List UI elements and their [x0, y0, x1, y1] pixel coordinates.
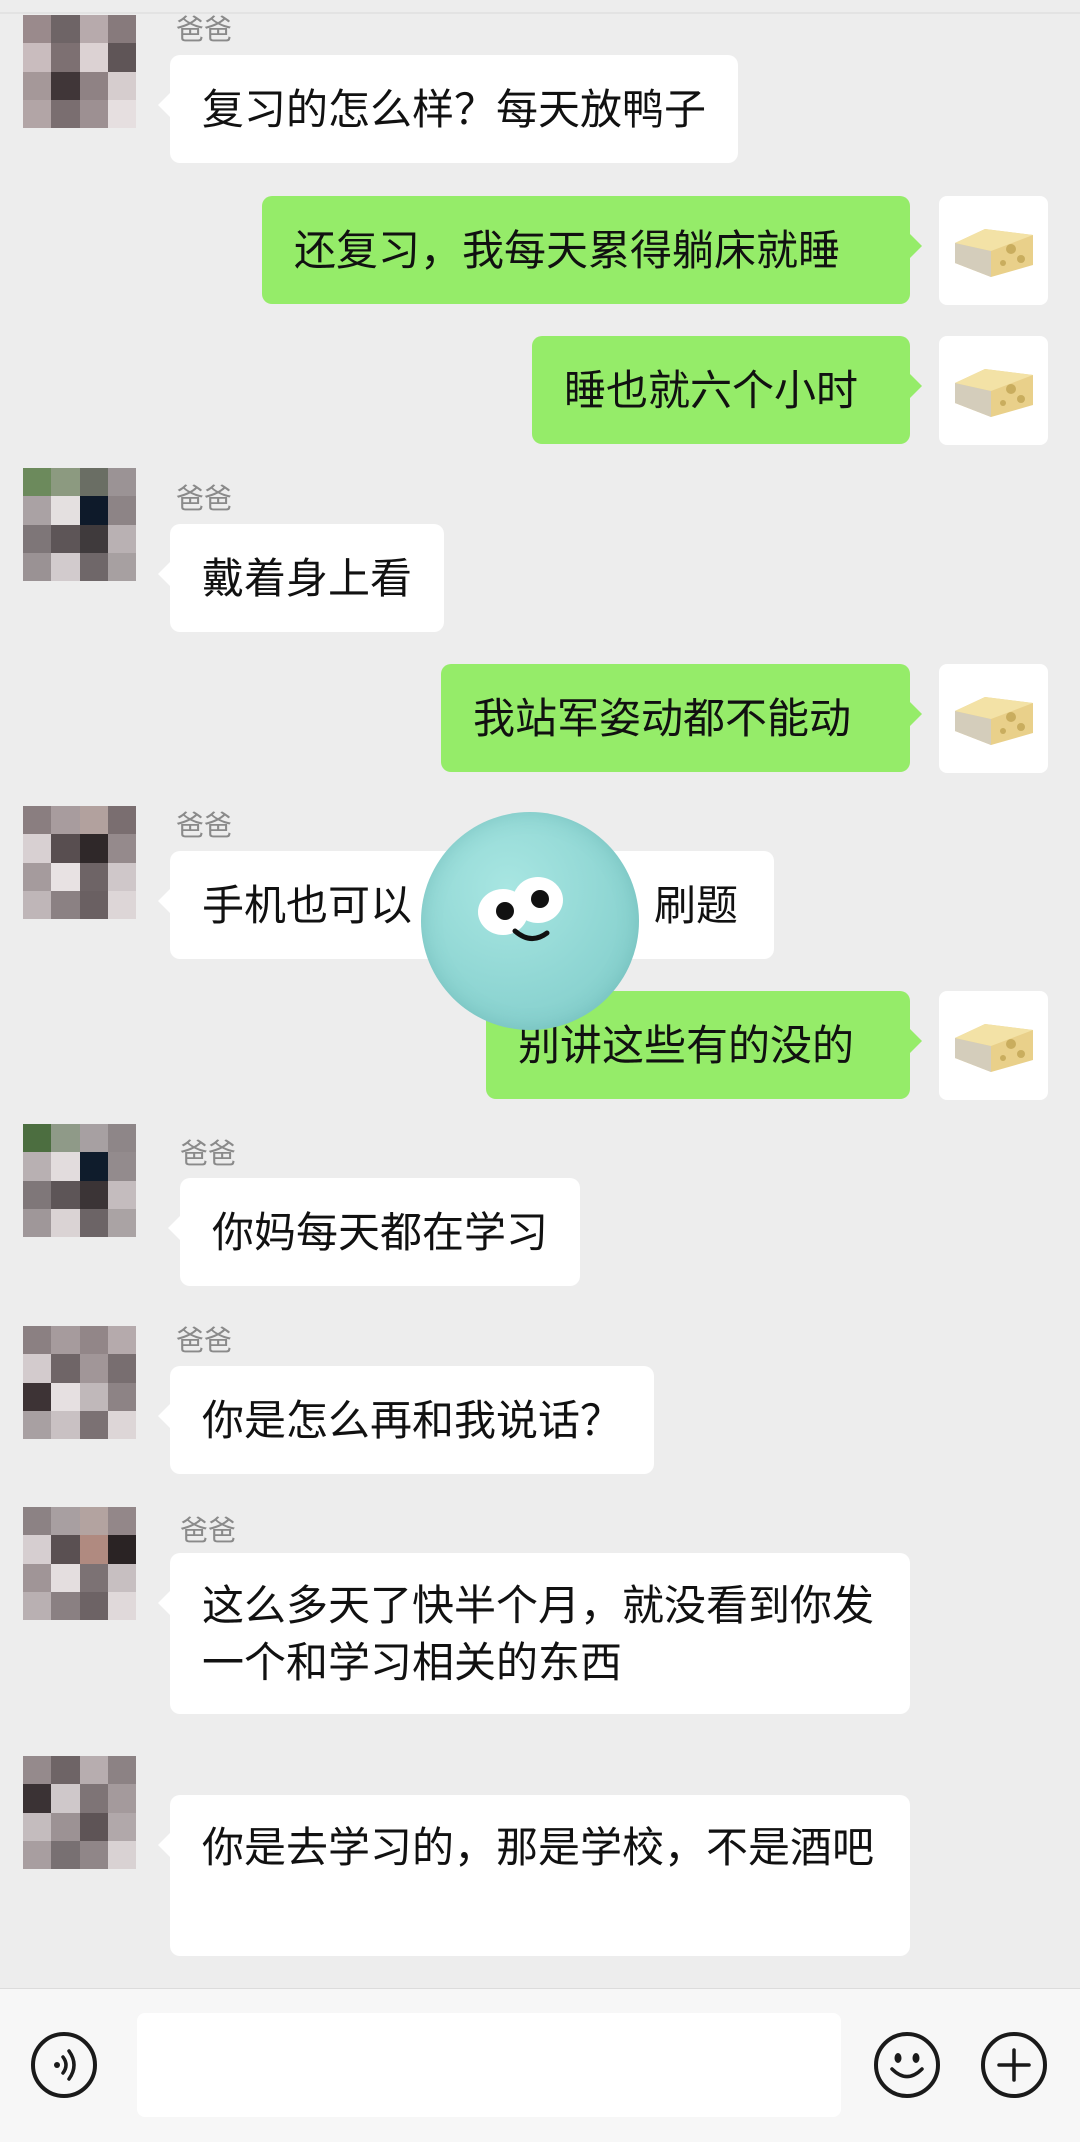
cheese-icon [954, 228, 1033, 277]
avatar[interactable] [23, 1507, 136, 1620]
avatar[interactable] [23, 15, 136, 128]
sticker-pupil [496, 902, 514, 920]
avatar-self[interactable] [939, 336, 1048, 445]
message-bubble[interactable]: 这么多天了快半个月，就没看到你发一个和学习相关的东西 [158, 1553, 910, 1714]
message-bubble[interactable]: 你妈每天都在学习 [167, 1178, 581, 1286]
more-button[interactable] [981, 2032, 1047, 2098]
cheese-icon [954, 696, 1033, 745]
message-bubble[interactable]: 还复习，我每天累得躺床就睡 [262, 196, 922, 304]
avatar[interactable] [23, 806, 136, 919]
plus-icon [997, 2048, 1031, 2082]
message-text-tail: 刷题 [654, 881, 739, 930]
avatar[interactable] [23, 468, 136, 581]
sticker-pupil [531, 890, 549, 908]
chat-area[interactable]: 爸爸 复习的怎么样？每天放鸭子 还复习，我每天累得躺床就睡 睡也就六个小时 爸爸… [0, 0, 1080, 1988]
message-bubble[interactable]: 睡也就六个小时 [532, 336, 922, 444]
voice-button[interactable] [31, 2032, 97, 2098]
sender-name: 爸爸 [176, 482, 233, 515]
cheese-icon [954, 368, 1033, 417]
input-bar [0, 1988, 1080, 2142]
sticker-smile [512, 928, 550, 941]
avatar-self[interactable] [939, 196, 1048, 305]
sender-name: 爸爸 [176, 13, 233, 46]
voice-icon [54, 2049, 76, 2081]
message-bubble[interactable]: 戴着身上看 [157, 524, 445, 632]
message-bubble[interactable]: 你是怎么再和我说话？ [157, 1366, 655, 1474]
cheese-icon [954, 1023, 1033, 1072]
avatar[interactable] [23, 1756, 136, 1869]
avatar-self[interactable] [939, 991, 1048, 1100]
avatar[interactable] [23, 1124, 136, 1237]
message-input[interactable] [137, 2013, 841, 2117]
message-bubble[interactable]: 你是去学习的，那是学校，不是酒吧 [158, 1795, 910, 1956]
message-text: 手机也可以 [202, 881, 413, 930]
avatar-self[interactable] [939, 664, 1048, 773]
avatar[interactable] [23, 1326, 136, 1439]
emoji-icon [890, 2053, 924, 2079]
message-bubble[interactable]: 复习的怎么样？每天放鸭子 [157, 55, 739, 163]
sender-name: 爸爸 [176, 809, 233, 842]
message-bubble[interactable]: 我站军姿动都不能动 [441, 664, 922, 772]
smiling-blob-sticker[interactable] [421, 812, 639, 1030]
sender-name: 爸爸 [180, 1137, 237, 1170]
sender-name: 爸爸 [176, 1324, 233, 1357]
sender-name: 爸爸 [180, 1514, 237, 1547]
emoji-button[interactable] [874, 2032, 940, 2098]
